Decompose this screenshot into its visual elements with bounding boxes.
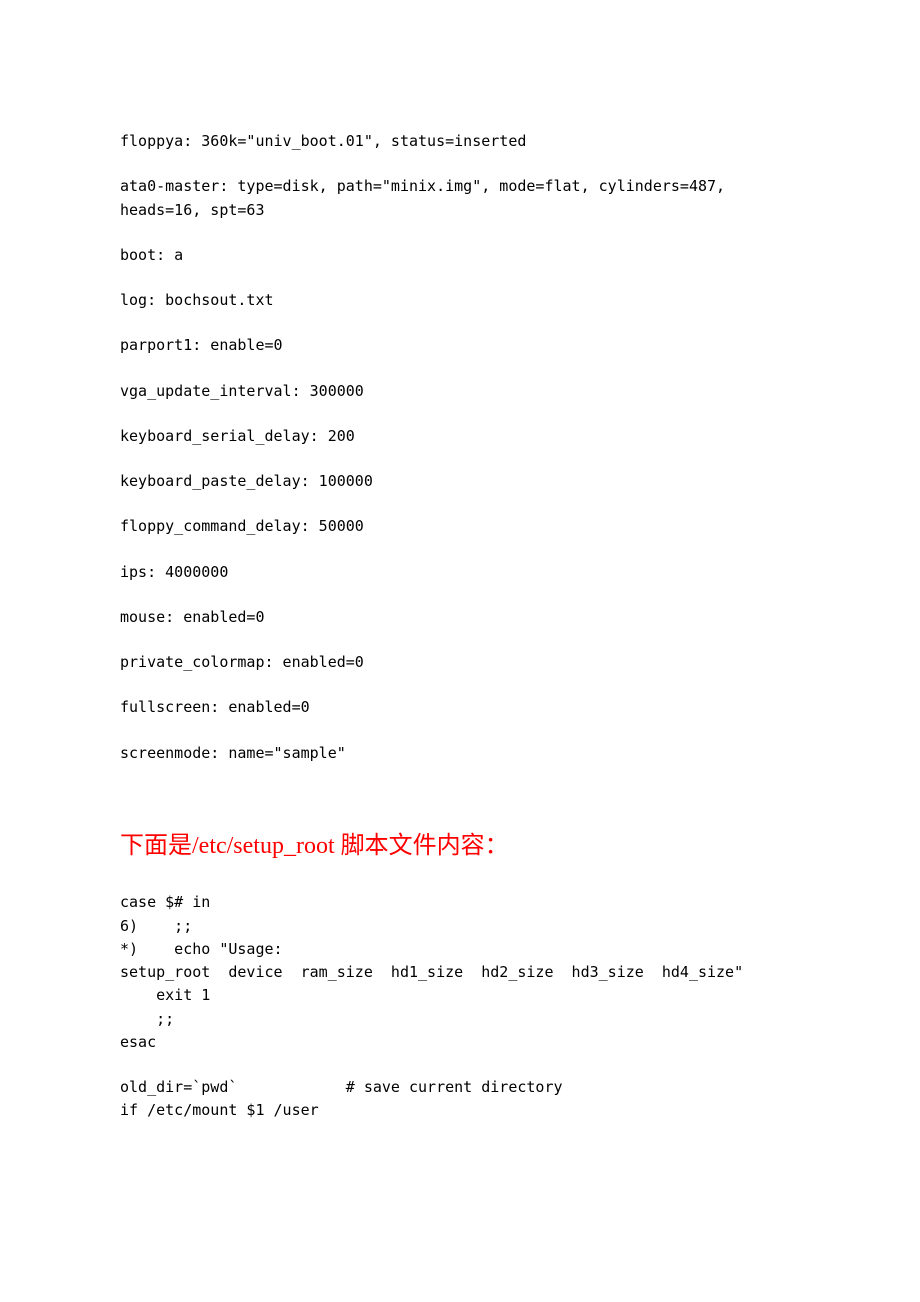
config-line: keyboard_serial_delay: 200 [120,425,800,448]
script-line: 6) ;; [120,915,800,938]
config-line: parport1: enable=0 [120,334,800,357]
config-line: private_colormap: enabled=0 [120,651,800,674]
config-line: vga_update_interval: 300000 [120,380,800,403]
script-line: ;; [120,1008,800,1031]
config-line: log: bochsout.txt [120,289,800,312]
config-line: screenmode: name="sample" [120,742,800,765]
script-block-1: case $# in 6) ;; *) echo "Usage: setup_r… [120,891,800,1054]
config-line: ata0-master: type=disk, path="minix.img"… [120,175,800,222]
config-line: fullscreen: enabled=0 [120,696,800,719]
script-line: esac [120,1031,800,1054]
document-page: floppya: 360k="univ_boot.01", status=ins… [0,0,920,1183]
config-block: floppya: 360k="univ_boot.01", status=ins… [120,130,800,765]
config-line: ips: 4000000 [120,561,800,584]
section-heading: 下面是/etc/setup_root 脚本文件内容： [120,830,800,864]
script-line: case $# in [120,891,800,914]
script-line: *) echo "Usage: [120,938,800,961]
config-line: mouse: enabled=0 [120,606,800,629]
script-line: setup_root device ram_size hd1_size hd2_… [120,961,800,984]
config-line: floppy_command_delay: 50000 [120,515,800,538]
script-line: if /etc/mount $1 /user [120,1099,800,1122]
script-line: exit 1 [120,984,800,1007]
script-line: old_dir=`pwd` # save current directory [120,1076,800,1099]
config-line: boot: a [120,244,800,267]
config-line: keyboard_paste_delay: 100000 [120,470,800,493]
script-block-2: old_dir=`pwd` # save current directory i… [120,1076,800,1123]
config-line: floppya: 360k="univ_boot.01", status=ins… [120,130,800,153]
